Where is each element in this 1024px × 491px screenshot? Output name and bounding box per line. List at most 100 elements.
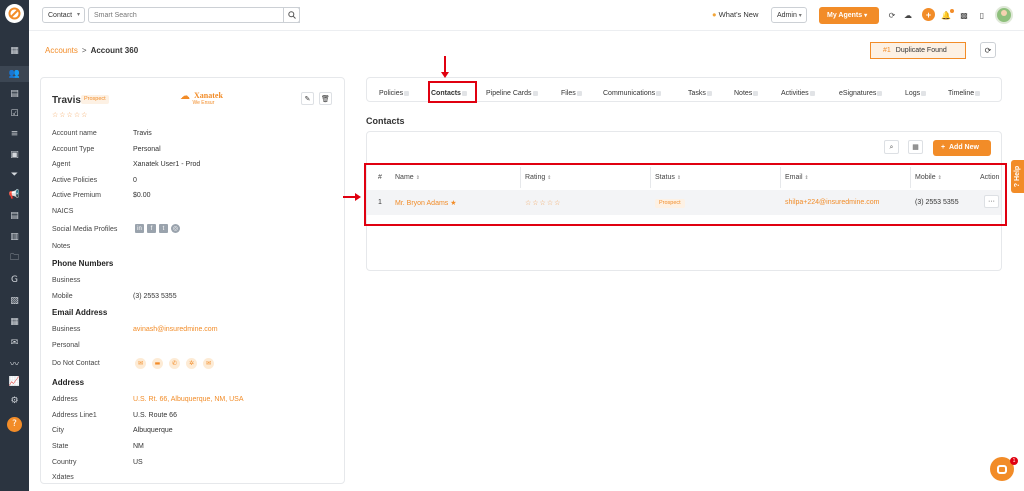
smart-search-input[interactable]: [88, 7, 300, 23]
address-link[interactable]: U.S. Rt. 66, Albuquerque, NM, USA: [133, 396, 244, 403]
phone-icon[interactable]: ✆: [169, 358, 180, 369]
id-card-icon[interactable]: ▣: [0, 147, 29, 163]
tab-timeline[interactable]: Timeline: [948, 90, 981, 97]
annotation-highlight-tab: [428, 81, 477, 103]
globe-icon[interactable]: ◎: [171, 224, 180, 233]
rating-stars[interactable]: ☆☆☆☆☆: [52, 111, 88, 119]
field-value: U.S. Route 66: [133, 412, 177, 419]
help-tab[interactable]: ? Help: [1011, 160, 1024, 193]
settings-icon[interactable]: ✲: [186, 358, 197, 369]
cloud-icon[interactable]: ☁: [902, 9, 914, 21]
filter-icon[interactable]: ⏷: [0, 167, 29, 183]
address-section-heading: Address: [52, 378, 85, 387]
delete-button[interactable]: 🗑: [319, 92, 332, 105]
calendar-icon[interactable]: ▦: [0, 314, 29, 330]
tab-policies[interactable]: Policies: [379, 90, 410, 97]
google-icon[interactable]: G: [0, 272, 29, 288]
fire-icon: ●: [712, 10, 717, 19]
bar-chart-icon[interactable]: ▥: [0, 229, 29, 245]
module-select[interactable]: Contact ▾: [42, 7, 85, 23]
email-icon[interactable]: ✉: [135, 358, 146, 369]
chevron-down-icon: ▾: [798, 13, 802, 19]
agency-logo: ☁ Xanatek We Ensur: [180, 91, 223, 106]
facebook-icon[interactable]: f: [147, 224, 156, 233]
add-new-button[interactable]: + Add New: [933, 140, 991, 156]
user-avatar[interactable]: [995, 6, 1013, 24]
search-button[interactable]: [283, 7, 300, 23]
field-label: NAICS: [52, 208, 74, 215]
account-name-heading: Travis: [52, 95, 81, 106]
trend-icon[interactable]: 〰: [0, 355, 29, 371]
clipboard-icon[interactable]: ▯: [976, 9, 988, 21]
field-label: State: [52, 443, 69, 450]
mobile-value: (3) 2553 5355: [133, 293, 177, 300]
breadcrumb-current: Account 360: [90, 46, 139, 55]
field-label: Business: [52, 326, 81, 333]
chat-icon[interactable]: ▬: [152, 358, 163, 369]
list-icon[interactable]: ≡: [0, 126, 29, 142]
left-sidebar: ▦ 👥 ▤ ☑ ≡ ▣ ⏷ 📢 ▤ ▥ 🗀 G ▧ ▦ ✉ 〰 📈 ⚙ ?: [0, 0, 29, 491]
twitter-icon[interactable]: t: [159, 224, 168, 233]
breadcrumb: Accounts > Account 360: [45, 46, 138, 55]
help-icon[interactable]: ?: [0, 416, 29, 432]
tab-pipeline-cards[interactable]: Pipeline Cards: [486, 90, 538, 97]
folder-icon[interactable]: 🗀: [0, 250, 29, 266]
field-label: Notes: [52, 243, 71, 250]
tab-communications[interactable]: Communications: [603, 90, 662, 97]
annotation-arrow-right: [343, 193, 361, 201]
contacts-icon[interactable]: 👥: [0, 66, 29, 82]
field-value: Personal: [133, 146, 161, 153]
clipboard-icon[interactable]: ▧: [0, 293, 29, 309]
duplicate-found-button[interactable]: #1 Duplicate Found: [870, 42, 966, 59]
business-email-link[interactable]: avinash@insuredmine.com: [133, 326, 218, 333]
chat-icon: [997, 464, 1007, 474]
mail-icon[interactable]: ✉: [0, 335, 29, 351]
add-new-label: Add New: [948, 144, 979, 151]
chip-icon[interactable]: ▩: [958, 9, 970, 21]
top-bar: Contact▾ ● What's New Admin ▾ My Agents …: [29, 0, 1024, 31]
mail-icon[interactable]: ✉: [203, 358, 214, 369]
refresh-button[interactable]: ⟳: [980, 42, 996, 58]
chevron-down-icon: ▾: [864, 13, 868, 19]
column-settings-button[interactable]: ▦: [908, 140, 923, 154]
sync-icon[interactable]: ⟳: [886, 9, 898, 21]
admin-dropdown[interactable]: Admin ▾: [771, 7, 807, 23]
linkedin-icon[interactable]: in: [135, 224, 144, 233]
field-value: Travis: [133, 130, 152, 137]
tab-logs[interactable]: Logs: [905, 90, 927, 97]
field-value: 0: [133, 177, 137, 184]
chat-badge: 1: [1010, 457, 1018, 465]
notification-dot: [950, 9, 954, 13]
app-logo[interactable]: [5, 4, 24, 23]
tab-files[interactable]: Files: [561, 90, 582, 97]
chevron-down-icon: ▾: [76, 12, 80, 18]
field-label: Address Line1: [52, 412, 97, 419]
line-chart-icon[interactable]: 📈: [0, 374, 29, 390]
duplicate-count: #1: [883, 47, 891, 54]
whats-new-link[interactable]: ● What's New: [712, 10, 758, 19]
refresh-icon: ⟳: [984, 45, 992, 55]
settings-icon[interactable]: ⚙: [0, 393, 29, 409]
field-label: Social Media Profiles: [52, 226, 118, 233]
search-icon: ⌕: [889, 142, 894, 151]
breadcrumb-separator: >: [81, 46, 87, 55]
pencil-icon: ✎: [304, 94, 311, 103]
tab-esignatures[interactable]: eSignatures: [839, 90, 883, 97]
report-icon[interactable]: ▤: [0, 208, 29, 224]
tab-tasks[interactable]: Tasks: [688, 90, 712, 97]
field-label: Address: [52, 396, 78, 403]
tab-notes[interactable]: Notes: [734, 90, 759, 97]
table-search-button[interactable]: ⌕: [884, 140, 899, 154]
checklist-icon[interactable]: ☑: [0, 106, 29, 122]
field-label: City: [52, 427, 65, 434]
dashboard-icon[interactable]: ▦: [0, 43, 29, 59]
my-agents-label: My Agents: [827, 12, 863, 19]
documents-icon[interactable]: ▤: [0, 86, 29, 102]
megaphone-icon[interactable]: 📢: [0, 187, 29, 203]
account-profile-card: Travis Prospect ☆☆☆☆☆ ☁ Xanatek We Ensur…: [40, 77, 345, 484]
breadcrumb-accounts-link[interactable]: Accounts: [45, 46, 78, 55]
tab-activities[interactable]: Activities: [781, 90, 815, 97]
quick-add-icon[interactable]: +: [922, 8, 935, 21]
edit-button[interactable]: ✎: [301, 92, 314, 105]
my-agents-button[interactable]: My Agents ▾: [819, 7, 879, 24]
